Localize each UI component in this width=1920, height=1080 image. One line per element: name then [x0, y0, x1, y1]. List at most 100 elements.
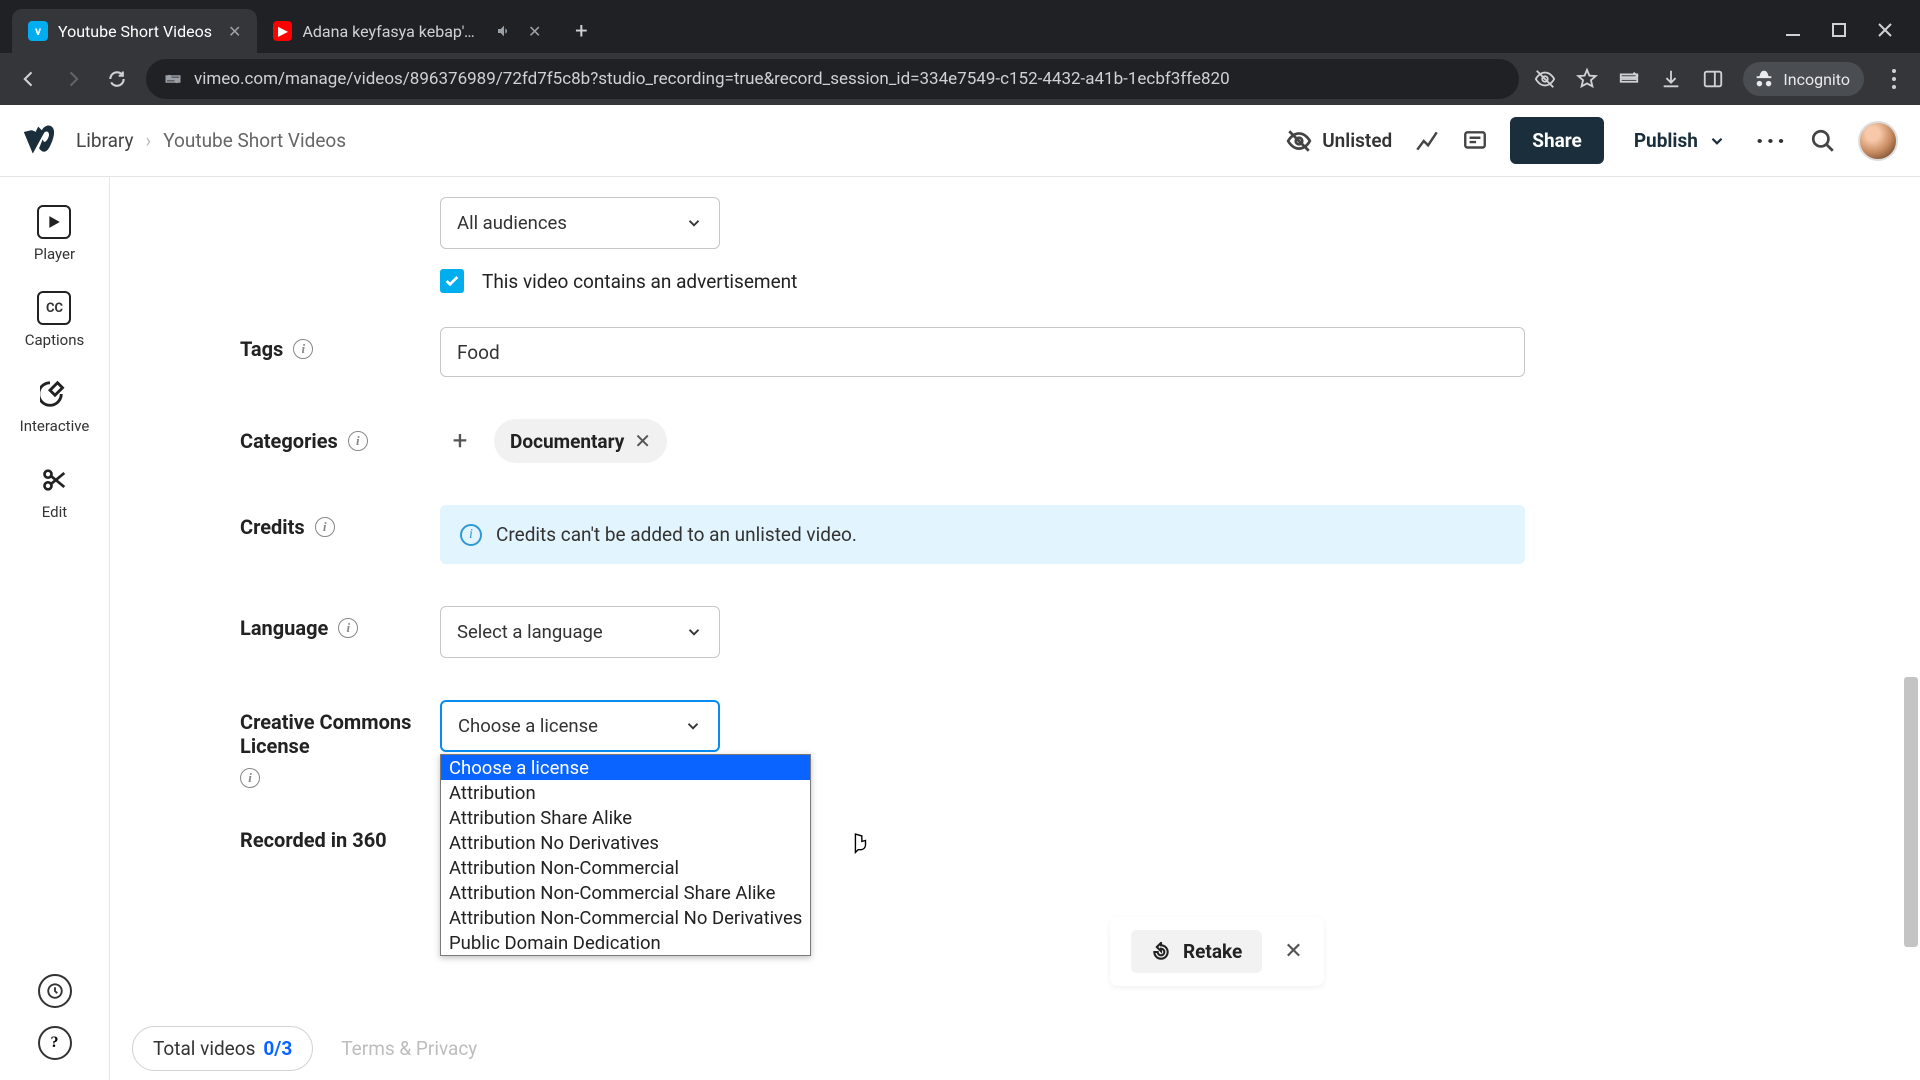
chevron-right-icon: › — [146, 129, 152, 152]
privacy-indicator[interactable]: Unlisted — [1286, 128, 1392, 154]
tab-title: Youtube Short Videos — [58, 22, 212, 41]
ad-checkbox-label: This video contains an advertisement — [482, 270, 797, 293]
sidebar-item-edit[interactable]: Edit — [38, 463, 72, 521]
info-icon[interactable]: i — [293, 339, 313, 359]
download-icon[interactable] — [1659, 67, 1683, 91]
tags-label: Tags — [240, 337, 283, 361]
bookmark-star-icon[interactable] — [1575, 67, 1599, 91]
license-placeholder: Choose a license — [458, 715, 598, 737]
audience-value: All audiences — [457, 212, 567, 234]
main-content: All audiences This video contains an adv… — [110, 177, 1920, 1080]
retake-icon — [1151, 942, 1171, 962]
info-icon: i — [460, 524, 482, 546]
close-icon[interactable]: ✕ — [1284, 939, 1302, 964]
language-select[interactable]: Select a language — [440, 606, 720, 658]
share-button[interactable]: Share — [1510, 117, 1604, 164]
forward-button — [58, 64, 88, 94]
license-option[interactable]: Choose a license — [441, 755, 810, 780]
avatar[interactable] — [1858, 121, 1898, 161]
breadcrumb-current: Youtube Short Videos — [163, 129, 346, 152]
incognito-label: Incognito — [1783, 70, 1850, 89]
browser-menu-icon[interactable] — [1882, 67, 1906, 91]
tab-title: Adana keyfasya kebap'dan — [302, 22, 482, 41]
language-placeholder: Select a language — [457, 621, 603, 643]
license-option[interactable]: Attribution — [441, 780, 810, 805]
back-button[interactable] — [14, 64, 44, 94]
player-icon — [37, 205, 71, 239]
media-control-icon[interactable] — [1617, 67, 1641, 91]
reload-button[interactable] — [102, 64, 132, 94]
youtube-favicon-icon: ▶ — [273, 21, 292, 41]
eye-off-icon[interactable] — [1533, 67, 1557, 91]
tab-audio-icon[interactable] — [496, 23, 512, 39]
license-option[interactable]: Attribution Non-Commercial No Derivative… — [441, 905, 810, 930]
tags-input[interactable]: Food — [440, 327, 1525, 377]
banner-text: Credits can't be added to an unlisted vi… — [496, 523, 857, 546]
info-icon[interactable]: i — [315, 517, 335, 537]
chevron-down-icon — [685, 623, 703, 641]
tab-close-icon[interactable]: ✕ — [228, 22, 241, 41]
info-icon[interactable]: i — [240, 768, 260, 788]
new-tab-button[interactable]: + — [563, 13, 599, 49]
retake-toolbar: Retake ✕ — [1110, 917, 1324, 986]
incognito-icon — [1753, 68, 1775, 90]
chevron-down-icon — [684, 717, 702, 735]
terms-link[interactable]: Terms & Privacy — [341, 1037, 477, 1060]
add-category-button[interactable]: + — [440, 421, 480, 461]
search-icon[interactable] — [1810, 128, 1836, 154]
recorded360-label: Recorded in 360 — [240, 828, 387, 852]
total-count: 0/3 — [263, 1037, 292, 1060]
category-chip: Documentary ✕ — [494, 419, 667, 463]
help-icon[interactable]: ? — [38, 1026, 72, 1060]
total-label: Total videos — [153, 1037, 255, 1060]
page-footer: Total videos 0/3 Terms & Privacy — [110, 1016, 1920, 1080]
retake-label: Retake — [1183, 940, 1242, 963]
breadcrumb: Library › Youtube Short Videos — [76, 129, 346, 152]
license-select[interactable]: Choose a license — [440, 700, 720, 752]
audience-select[interactable]: All audiences — [440, 197, 720, 249]
more-menu-button[interactable]: ··· — [1756, 127, 1788, 155]
license-option[interactable]: Public Domain Dedication — [441, 930, 810, 955]
license-option[interactable]: Attribution Non-Commercial Share Alike — [441, 880, 810, 905]
browser-tab-active[interactable]: v Youtube Short Videos ✕ — [12, 9, 257, 53]
scrollbar-thumb[interactable] — [1904, 677, 1918, 947]
license-option[interactable]: Attribution No Derivatives — [441, 830, 810, 855]
retake-button[interactable]: Retake — [1131, 930, 1262, 973]
chip-remove-icon[interactable]: ✕ — [634, 429, 651, 453]
total-videos-pill[interactable]: Total videos 0/3 — [132, 1026, 313, 1071]
breadcrumb-root[interactable]: Library — [76, 129, 134, 152]
vimeo-logo-icon[interactable] — [22, 123, 58, 159]
side-panel-icon[interactable] — [1701, 67, 1725, 91]
categories-label: Categories — [240, 429, 338, 453]
address-bar[interactable]: vimeo.com/manage/videos/896376989/72fd7f… — [146, 59, 1519, 99]
tags-value: Food — [457, 341, 500, 364]
chip-label: Documentary — [510, 430, 624, 453]
sidebar-item-label: Interactive — [20, 417, 90, 435]
page-scrollbar[interactable] — [1904, 177, 1918, 1080]
license-option[interactable]: Attribution Non-Commercial — [441, 855, 810, 880]
window-maximize-icon[interactable] — [1830, 21, 1848, 39]
chevron-down-icon — [1708, 132, 1726, 150]
credits-info-banner: i Credits can't be added to an unlisted … — [440, 505, 1525, 564]
info-icon[interactable]: i — [348, 431, 368, 451]
browser-tab-inactive[interactable]: ▶ Adana keyfasya kebap'dan ✕ — [257, 9, 557, 53]
sidebar-item-player[interactable]: Player — [34, 205, 75, 263]
tab-close-icon[interactable]: ✕ — [528, 22, 541, 41]
activity-icon[interactable] — [38, 974, 72, 1008]
incognito-indicator[interactable]: Incognito — [1743, 62, 1864, 96]
comments-icon[interactable] — [1462, 128, 1488, 154]
info-icon[interactable]: i — [338, 618, 358, 638]
app-header: Library › Youtube Short Videos Unlisted … — [0, 105, 1920, 177]
credits-label: Credits — [240, 515, 305, 539]
sidebar-item-interactive[interactable]: Interactive — [20, 377, 90, 435]
ad-checkbox[interactable] — [440, 269, 464, 293]
publish-button[interactable]: Publish — [1626, 117, 1734, 164]
sidebar-item-captions[interactable]: CC Captions — [25, 291, 84, 349]
language-label: Language — [240, 616, 328, 640]
browser-titlebar: v Youtube Short Videos ✕ ▶ Adana keyfasy… — [0, 0, 1920, 53]
site-settings-icon[interactable] — [164, 70, 182, 88]
analytics-icon[interactable] — [1414, 128, 1440, 154]
window-close-icon[interactable] — [1876, 21, 1894, 39]
license-option[interactable]: Attribution Share Alike — [441, 805, 810, 830]
window-minimize-icon[interactable] — [1784, 21, 1802, 39]
